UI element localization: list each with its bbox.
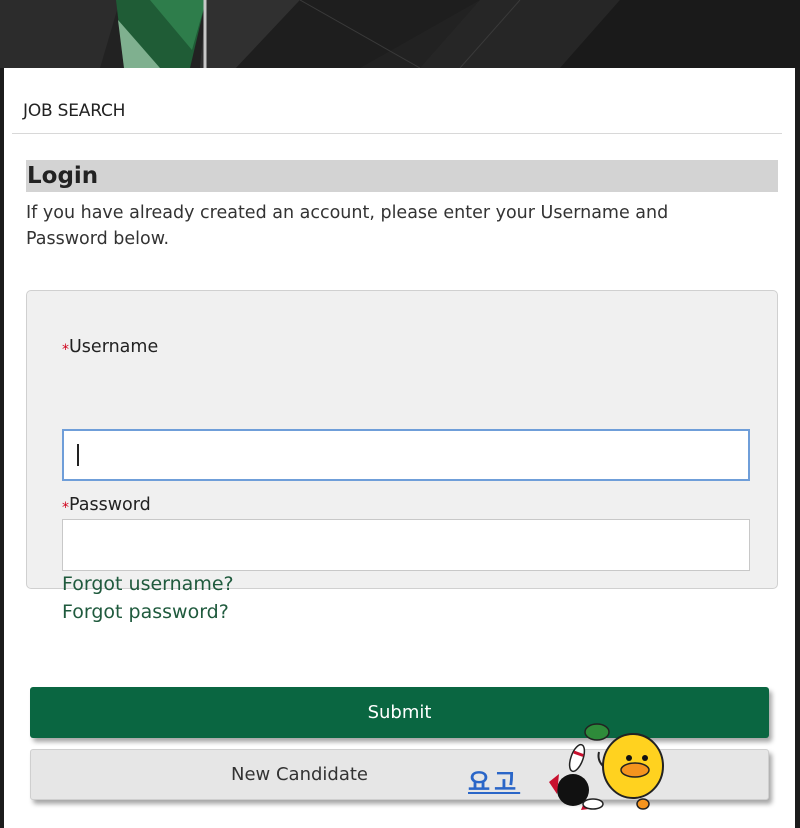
- username-input[interactable]: [62, 429, 750, 481]
- text-caret: [77, 444, 79, 466]
- login-intro-text: If you have already created an account, …: [26, 203, 669, 249]
- required-marker: *: [62, 342, 69, 358]
- forgot-username-link[interactable]: Forgot username?: [62, 573, 234, 595]
- password-label-text: Password: [69, 495, 151, 515]
- username-label-text: Username: [69, 337, 159, 357]
- new-candidate-label: New Candidate: [230, 764, 368, 785]
- required-marker: *: [62, 500, 69, 516]
- forgot-password-link[interactable]: Forgot password?: [62, 601, 229, 623]
- nav-divider: [12, 133, 782, 134]
- duck-bowling-sticker-icon: [549, 723, 664, 810]
- password-label: *Password: [62, 495, 151, 516]
- banner-art: [0, 0, 800, 69]
- username-label: *Username: [62, 337, 159, 358]
- header-banner: [0, 0, 800, 69]
- nav-job-search[interactable]: JOB SEARCH: [23, 101, 125, 121]
- login-heading: Login: [26, 160, 778, 192]
- password-input[interactable]: [62, 519, 750, 571]
- korean-overlay-text: 요고: [468, 768, 521, 796]
